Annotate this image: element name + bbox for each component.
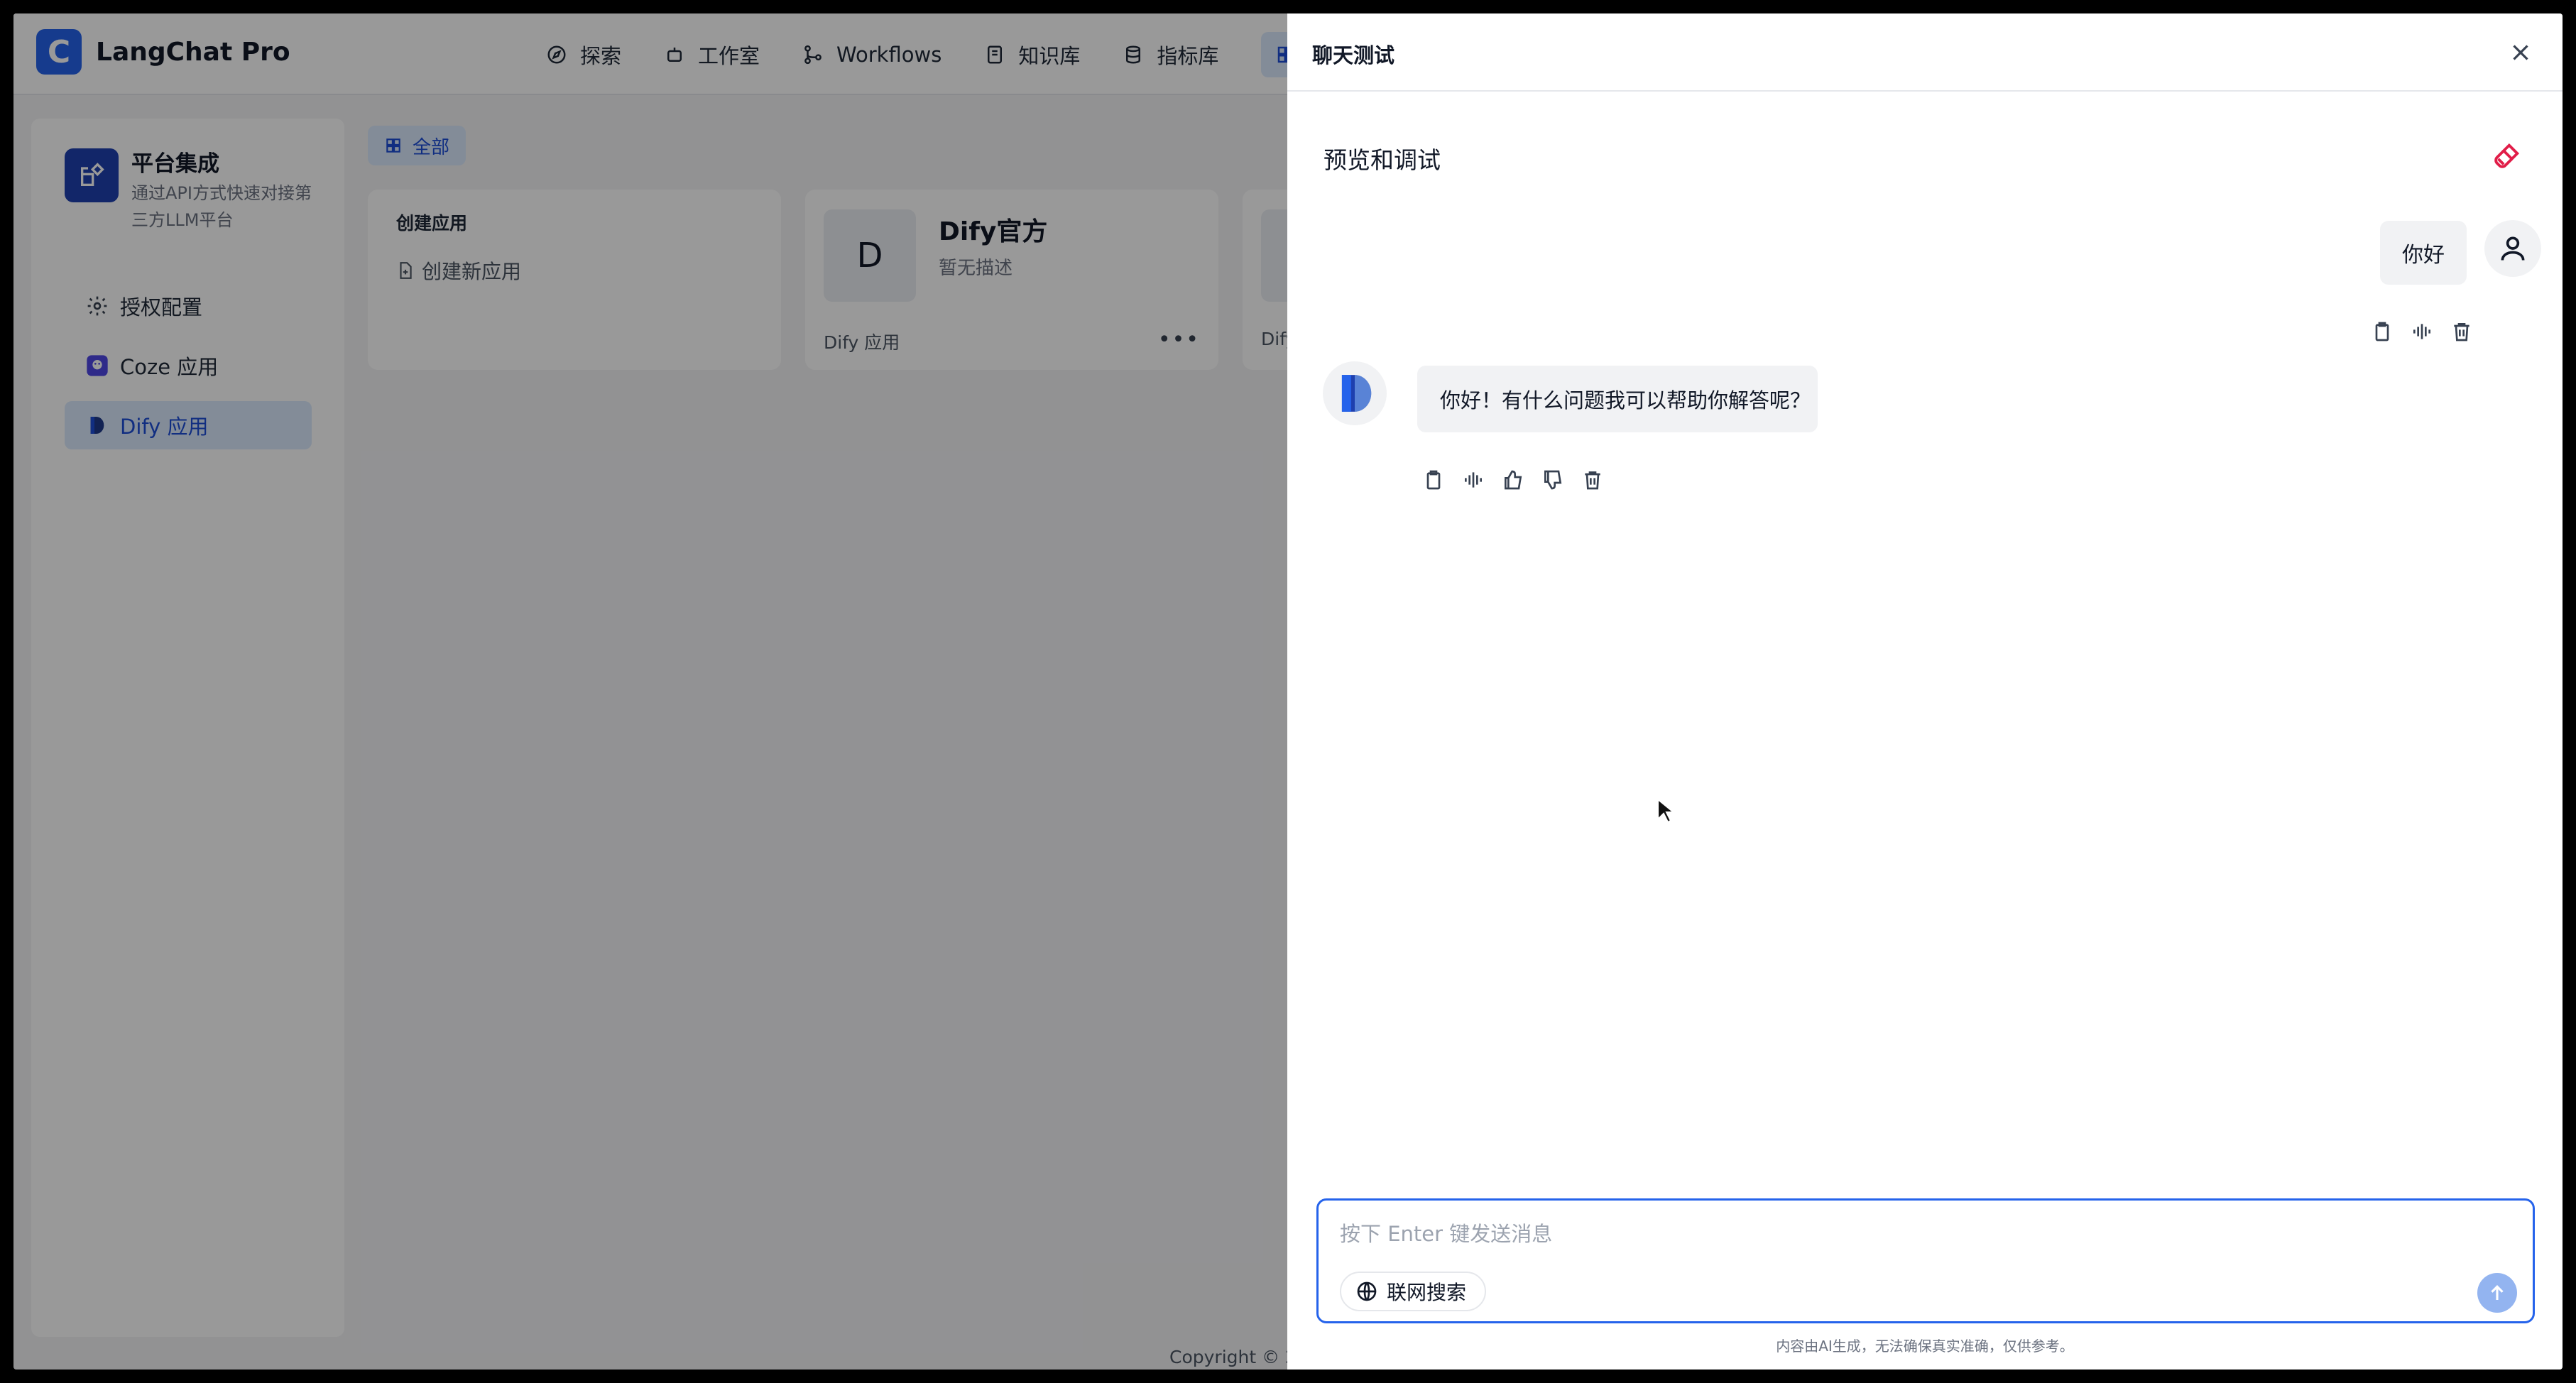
thumbs-up-icon[interactable] bbox=[1502, 469, 1524, 491]
app-window: C LangChat Pro 探索 工作室 Workflows 知识库 指标库 … bbox=[13, 13, 2563, 1370]
web-search-toggle[interactable]: 联网搜索 bbox=[1340, 1272, 1487, 1311]
assistant-message-actions bbox=[1422, 469, 1621, 491]
close-icon[interactable] bbox=[2507, 39, 2534, 66]
drawer-title: 聊天测试 bbox=[1312, 43, 1395, 67]
delete-icon[interactable] bbox=[2450, 320, 2473, 343]
copy-icon[interactable] bbox=[1422, 469, 1445, 491]
web-search-label: 联网搜索 bbox=[1387, 1281, 1467, 1304]
drawer-header: 聊天测试 bbox=[1287, 13, 2563, 92]
chat-input-box: 联网搜索 bbox=[1316, 1198, 2535, 1323]
globe-icon bbox=[1357, 1281, 1377, 1301]
ai-disclaimer: 内容由AI生成，无法确保真实准确，仅供参考。 bbox=[1776, 1338, 2074, 1355]
user-icon bbox=[2501, 236, 2525, 261]
send-button[interactable] bbox=[2477, 1273, 2517, 1313]
arrow-up-icon bbox=[2491, 1285, 2504, 1300]
user-message-bubble: 你好 bbox=[2380, 221, 2467, 285]
dify-logo-icon bbox=[1341, 375, 1372, 412]
thumbs-down-icon[interactable] bbox=[1541, 469, 1564, 491]
assistant-message-bubble: 你好！有什么问题我可以帮助你解答呢？ bbox=[1417, 366, 1818, 432]
clear-chat-brush-icon[interactable] bbox=[2490, 140, 2523, 173]
delete-icon[interactable] bbox=[1581, 469, 1604, 491]
mouse-cursor-icon bbox=[1657, 798, 1674, 824]
voice-playback-icon[interactable] bbox=[1462, 469, 1485, 491]
assistant-avatar bbox=[1323, 361, 1387, 425]
copy-icon[interactable] bbox=[2371, 320, 2394, 343]
preview-debug-title: 预览和调试 bbox=[1324, 146, 1441, 174]
voice-playback-icon[interactable] bbox=[2411, 320, 2433, 343]
user-avatar bbox=[2484, 220, 2541, 277]
user-message-actions bbox=[2371, 320, 2490, 343]
chat-test-drawer: 聊天测试 预览和调试 你好 你好！有什么问题我可以帮助你解答呢？ 按下 Ente… bbox=[1287, 13, 2563, 1370]
chat-message-input[interactable] bbox=[1340, 1216, 2476, 1252]
